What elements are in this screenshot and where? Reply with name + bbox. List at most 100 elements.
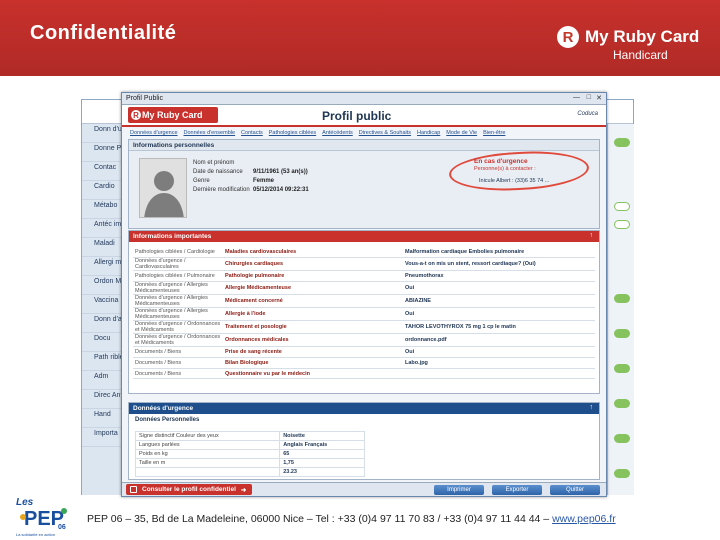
sidebar-item[interactable]: Maladi: [82, 238, 126, 257]
table-cell: 1,75: [279, 458, 365, 468]
table-cell: Langues parlées: [134, 440, 281, 450]
print-button[interactable]: Imprimer: [434, 485, 484, 495]
emergency-subtitle: Données Personnelles: [135, 417, 200, 423]
table-row: Pathologies ciblées / Cardiologie Maladie…: [133, 247, 595, 259]
table-row: Signe distinctif Couleur des yeux Noisett…: [134, 431, 365, 441]
brand-name: My Ruby Card: [585, 27, 700, 46]
toggle-switch[interactable]: [614, 220, 630, 229]
toggle-switch[interactable]: [614, 202, 630, 211]
field-value: Femme: [253, 178, 275, 184]
nav-link[interactable]: Contacts: [241, 130, 263, 136]
sidebar-item[interactable]: Importa: [82, 428, 126, 447]
table-cell: Pneumothorax: [403, 270, 595, 283]
slide-title: Confidentialité: [30, 22, 177, 44]
nav-link[interactable]: Données d'urgence: [130, 130, 178, 136]
field-label: Dernière modification: [193, 187, 250, 193]
table-cell: Médicament concerné: [223, 294, 403, 309]
sidebar-item[interactable]: Vaccina: [82, 295, 126, 314]
table-cell: Oui: [403, 281, 595, 296]
table-cell: Documents / Biens: [133, 368, 223, 380]
field-label: Date de naissance: [193, 169, 243, 175]
field-label: Genre: [193, 178, 210, 184]
sidebar-item[interactable]: Hand: [82, 409, 126, 428]
sidebar-item[interactable]: Docu: [82, 333, 126, 352]
table-cell[interactable]: Labo.jpg: [403, 357, 595, 369]
table-cell: Traitement et posologie: [223, 320, 403, 335]
nav-link[interactable]: Données d'ensemble: [184, 130, 236, 136]
table-cell: Poids en kg: [134, 449, 281, 459]
emergency-table: Signe distinctif Couleur des yeux Noisett…: [134, 431, 365, 477]
table-cell: [134, 467, 281, 477]
sidebar-item[interactable]: Donne Person: [82, 143, 126, 162]
export-button[interactable]: Exporter: [492, 485, 542, 495]
svg-text:La solidarité en action: La solidarité en action: [16, 532, 55, 537]
sidebar-item[interactable]: Donn d'ano: [82, 314, 126, 333]
table-row: Langues parlées Anglais Français: [134, 440, 365, 450]
toggle-switch[interactable]: [614, 364, 630, 373]
panel-title: Informations importantes ↑: [129, 231, 599, 242]
table-cell: Bilan Biologique: [223, 357, 403, 369]
table-cell: Ordonnances médicales: [223, 333, 403, 348]
table-cell: Données d'urgence / Allergies Médicament…: [133, 281, 223, 296]
sidebar-item[interactable]: Donn d'urg: [82, 124, 126, 143]
collapse-arrow-icon[interactable]: ↑: [590, 232, 594, 239]
callout-subtitle: Personne(s) à contacter :: [474, 166, 536, 172]
window-title: Profil Public: [126, 95, 163, 102]
sidebar-item[interactable]: Ordon Médica: [82, 276, 126, 295]
sidebar-item[interactable]: Cardio: [82, 181, 126, 200]
table-cell: Données d'urgence / Allergies Médicament…: [133, 307, 223, 322]
callout-title: En cas d'urgence: [474, 158, 528, 165]
nav-link[interactable]: Mode de Vie: [446, 130, 477, 136]
sidebar-item[interactable]: Allergi médica: [82, 257, 126, 276]
table-cell: 23.23: [279, 467, 365, 477]
brand-logo: R My Ruby Card Handicard: [557, 26, 707, 62]
table-cell: Chirurgies cardiaques: [223, 257, 403, 272]
table-row: Pathologies ciblées / Pulmonaire Patholog…: [133, 270, 595, 283]
table-cell[interactable]: ordonnance.pdf: [403, 333, 595, 348]
table-row: Données d'urgence / Allergies Médicament…: [133, 281, 595, 296]
window-heading: Profil public: [322, 109, 392, 123]
profile-window: Profil Public — □ ✕ R My Ruby Card Profi…: [121, 92, 607, 497]
organization-label: Coduca: [577, 111, 598, 117]
sidebar-item[interactable]: Direc Antic: [82, 390, 126, 409]
toggle-switch[interactable]: [614, 329, 630, 338]
table-cell: Allergie à l'iode: [223, 307, 403, 322]
minimize-icon[interactable]: —: [573, 94, 580, 101]
nav-link[interactable]: Directives & Souhaits: [359, 130, 411, 136]
quit-button[interactable]: Quitter: [550, 485, 600, 495]
nav-link[interactable]: Bien-être: [483, 130, 505, 136]
toggle-switch[interactable]: [614, 294, 630, 303]
nav-link[interactable]: Pathologies ciblées: [269, 130, 316, 136]
toggle-switch[interactable]: [614, 138, 630, 147]
window-logo: R My Ruby Card: [128, 107, 218, 123]
sidebar-item[interactable]: Métabo: [82, 200, 126, 219]
table-cell: Oui: [403, 346, 595, 358]
sidebar-item[interactable]: Contac: [82, 162, 126, 181]
toggle-switch[interactable]: [614, 434, 630, 443]
close-icon[interactable]: ✕: [596, 94, 602, 102]
emergency-data-panel: Données d'urgence ↑ Données Personnelles…: [128, 402, 600, 480]
sidebar-item[interactable]: Path rible: [82, 352, 126, 371]
maximize-icon[interactable]: □: [587, 94, 591, 101]
table-row: Données d'urgence / Ordonnances et Médic…: [133, 320, 595, 335]
table-row: Documents / Biens Prise de sang récente Ou…: [133, 346, 595, 358]
toggle-switch[interactable]: [614, 399, 630, 408]
collapse-arrow-icon[interactable]: ↑: [590, 404, 594, 411]
consult-confidential-label: Consulter le profil confidentiel: [142, 486, 236, 493]
table-row: Poids en kg 65: [134, 449, 365, 459]
sidebar-item[interactable]: Adm: [82, 371, 126, 390]
emergency-contact[interactable]: Inicule Albert : (33)6 35 74 ...: [479, 178, 549, 184]
brand-sub: Handicard: [613, 48, 668, 62]
toggle-switch[interactable]: [614, 469, 630, 478]
consult-confidential-button[interactable]: Consulter le profil confidentiel ➜: [126, 484, 253, 495]
table-cell: Vous-a-t on mis un stent, ressort cardia…: [403, 257, 595, 272]
nav-link[interactable]: Handicap: [417, 130, 440, 136]
window-footer: Consulter le profil confidentiel ➜ Impri…: [122, 482, 606, 496]
website-link[interactable]: www.pep06.fr: [552, 513, 616, 525]
table-cell: 65: [279, 449, 365, 459]
table-cell: Données d'urgence / Allergies Médicament…: [133, 294, 223, 309]
nav-link[interactable]: Antécédents: [322, 130, 353, 136]
table-cell: Prise de sang récente: [223, 346, 403, 358]
personal-info-row: Date de naissance 9/11/1961 (53 an(s)): [193, 169, 308, 175]
sidebar-item[interactable]: Antéc import: [82, 219, 126, 238]
